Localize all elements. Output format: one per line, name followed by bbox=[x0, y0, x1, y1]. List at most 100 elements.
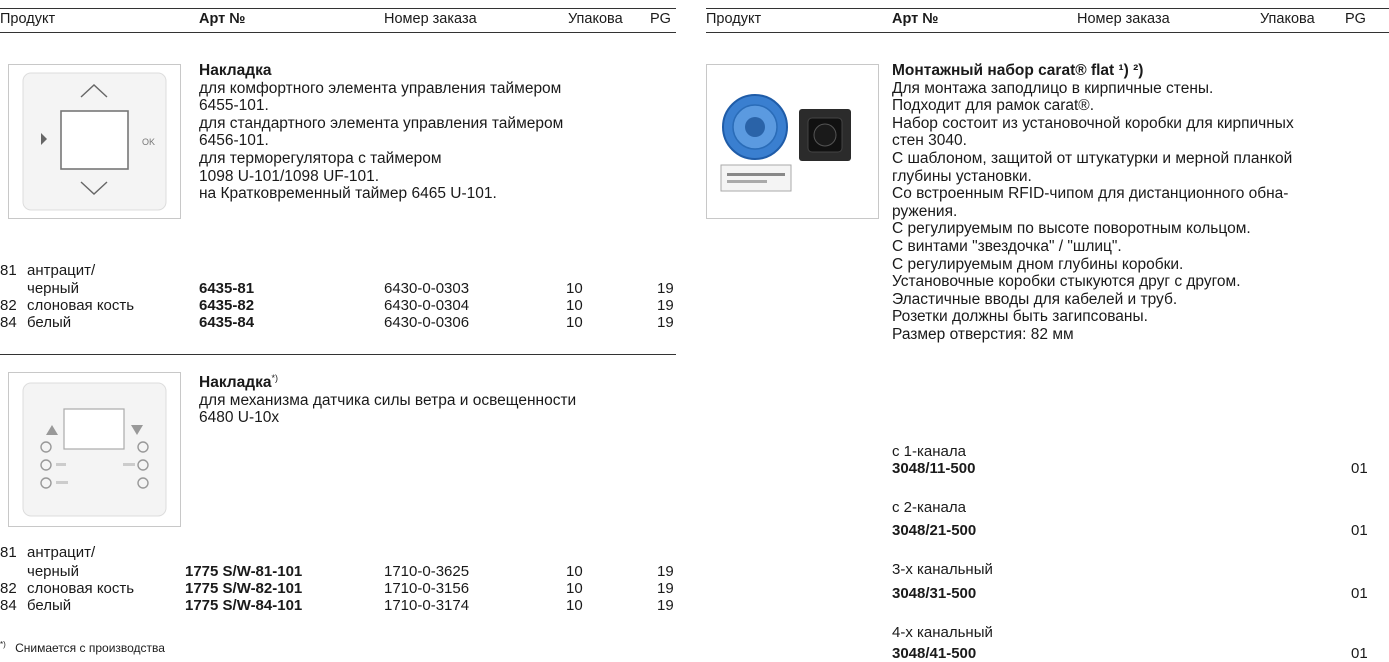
item2-title-mark: *) bbox=[271, 373, 278, 383]
product-image-timer-cover: OK bbox=[8, 64, 181, 219]
row-pg: 19 bbox=[657, 580, 674, 597]
right-header-product: Продукт bbox=[706, 11, 762, 27]
row-pack: 10 bbox=[566, 563, 583, 580]
product-image-mounting-kit bbox=[706, 64, 879, 219]
left-header-rule bbox=[0, 32, 676, 33]
item2-line: 6480 U-10x bbox=[199, 409, 280, 427]
footnote: *) Снимается с производства bbox=[0, 640, 165, 655]
item1-line: для стандартного элемента управления тай… bbox=[199, 114, 564, 132]
mounting-kit-description: Монтажный набор carat® flat ¹) ²) Для мо… bbox=[892, 62, 1389, 344]
table-row: 81 bbox=[0, 262, 17, 279]
kit-line: Со встроенным RFID-чипом для дистанционн… bbox=[892, 185, 1289, 203]
item1-line: для комфортного элемента управления тайм… bbox=[199, 79, 562, 97]
row-pg: 19 bbox=[657, 314, 674, 331]
row-color: антрацит/ bbox=[27, 544, 96, 561]
kit-line: С регулируемым по высоте поворотным коль… bbox=[892, 220, 1251, 238]
row-code: 84 bbox=[0, 597, 17, 614]
row-order: 1710-0-3174 bbox=[384, 597, 470, 614]
row-pack: 10 bbox=[566, 597, 583, 614]
wind-sensor-cover-drawing bbox=[22, 382, 167, 517]
item1-line: 6455-101. bbox=[199, 97, 269, 115]
ok-label: OK bbox=[142, 137, 155, 147]
left-header-pg: PG bbox=[650, 11, 671, 27]
kit-line: стен 3040. bbox=[892, 132, 967, 150]
left-top-rule bbox=[0, 8, 676, 9]
kit-line: Набор состоит из установочной коробки дл… bbox=[892, 114, 1294, 132]
item1-line: 6456-101. bbox=[199, 132, 269, 150]
right-top-rule bbox=[706, 8, 1389, 9]
row-color: черный bbox=[27, 280, 79, 297]
row-code: 81 bbox=[0, 544, 17, 561]
mounting-kit-drawing bbox=[720, 94, 851, 192]
row-color: слоновая кость bbox=[27, 297, 135, 314]
timer-cover-drawing: OK bbox=[22, 72, 167, 211]
row-code: 81 bbox=[0, 262, 17, 279]
row-order: 6430-0-0304 bbox=[384, 297, 470, 314]
row-order: 1710-0-3625 bbox=[384, 563, 470, 580]
product-image-wind-sensor-cover bbox=[8, 372, 181, 527]
row-art: 1775 S/W-82-101 bbox=[185, 580, 303, 597]
row-pack: 10 bbox=[566, 314, 583, 331]
row-code: 82 bbox=[0, 297, 17, 314]
row-art: 6435-81 bbox=[199, 280, 255, 297]
right-header-order: Номер заказа bbox=[1077, 11, 1170, 27]
kit-line: Установочные коробки стыкуются друг с др… bbox=[892, 273, 1241, 291]
item1-line: для терморегулятора с таймером bbox=[199, 149, 442, 167]
variant-art: 3048/11-500 bbox=[892, 460, 976, 477]
variant-label: 4-х канальный bbox=[892, 624, 993, 641]
row-color: слоновая кость bbox=[27, 580, 135, 597]
variant-art: 3048/31-500 bbox=[892, 585, 977, 602]
row-pack: 10 bbox=[566, 297, 583, 314]
item1-line: на Кратковременный таймер 6465 U-101. bbox=[199, 185, 497, 203]
variant-pg: 01 bbox=[1351, 460, 1368, 477]
left-header-product: Продукт bbox=[0, 11, 56, 27]
row-art: 1775 S/W-84-101 bbox=[185, 597, 303, 614]
item-separator-rule bbox=[0, 354, 676, 355]
footnote-text: Снимается с производства bbox=[15, 641, 165, 655]
item1-title: Накладка bbox=[199, 62, 272, 79]
variant-art: 3048/21-500 bbox=[892, 522, 977, 539]
row-order: 1710-0-3156 bbox=[384, 580, 470, 597]
right-header-pack: Упакова bbox=[1260, 11, 1315, 27]
kit-line: Для монтажа заподлицо в кирпичные стены. bbox=[892, 79, 1214, 97]
row-color: белый bbox=[27, 597, 72, 614]
row-pg: 19 bbox=[657, 280, 674, 297]
item2-description: Накладка*) для механизма датчика силы ве… bbox=[199, 370, 669, 427]
footnote-mark: *) bbox=[0, 640, 6, 649]
row-color: черный bbox=[27, 563, 79, 580]
kit-line: Подходит для рамок carat®. bbox=[892, 97, 1095, 115]
variant-pg: 01 bbox=[1351, 522, 1368, 539]
row-order: 6430-0-0306 bbox=[384, 314, 470, 331]
variant-pg: 01 bbox=[1351, 645, 1368, 662]
right-header-pg: PG bbox=[1345, 11, 1366, 27]
row-pack: 10 bbox=[566, 280, 583, 297]
left-header-art: Арт № bbox=[199, 11, 246, 27]
mounting-kit-title: Монтажный набор carat® flat ¹) ²) bbox=[892, 62, 1144, 79]
variant-pg: 01 bbox=[1351, 585, 1368, 602]
variant-art: 3048/41-500 bbox=[892, 645, 977, 662]
kit-line: ружения. bbox=[892, 202, 958, 220]
variant-label: с 2-канала bbox=[892, 499, 966, 516]
left-header-order: Номер заказа bbox=[384, 11, 477, 27]
variant-label: 3-х канальный bbox=[892, 561, 993, 578]
row-pg: 19 bbox=[657, 297, 674, 314]
left-header-pack: Упакова bbox=[568, 11, 623, 27]
row-color: белый bbox=[27, 314, 72, 331]
row-order: 6430-0-0303 bbox=[384, 280, 470, 297]
row-art: 6435-82 bbox=[199, 297, 255, 314]
row-color: антрацит/ bbox=[27, 262, 96, 279]
kit-line: глубины установки. bbox=[892, 167, 1032, 185]
item1-description: Накладка для комфортного элемента управл… bbox=[199, 62, 669, 203]
row-pg: 19 bbox=[657, 563, 674, 580]
item2-title-line: Накладка*) bbox=[199, 370, 669, 392]
row-pack: 10 bbox=[566, 580, 583, 597]
row-art: 1775 S/W-81-101 bbox=[185, 563, 303, 580]
kit-line: С винтами "звездочка" / "шлиц". bbox=[892, 237, 1122, 255]
kit-line: Розетки должны быть загипсованы. bbox=[892, 308, 1148, 326]
kit-line: С шаблоном, защитой от штукатурки и мерн… bbox=[892, 149, 1293, 167]
row-code: 84 bbox=[0, 314, 17, 331]
kit-line: Размер отверстия: 82 мм bbox=[892, 325, 1074, 343]
row-code: 82 bbox=[0, 580, 17, 597]
row-art: 6435-84 bbox=[199, 314, 255, 331]
item2-line: для механизма датчика силы ветра и освещ… bbox=[199, 391, 577, 409]
